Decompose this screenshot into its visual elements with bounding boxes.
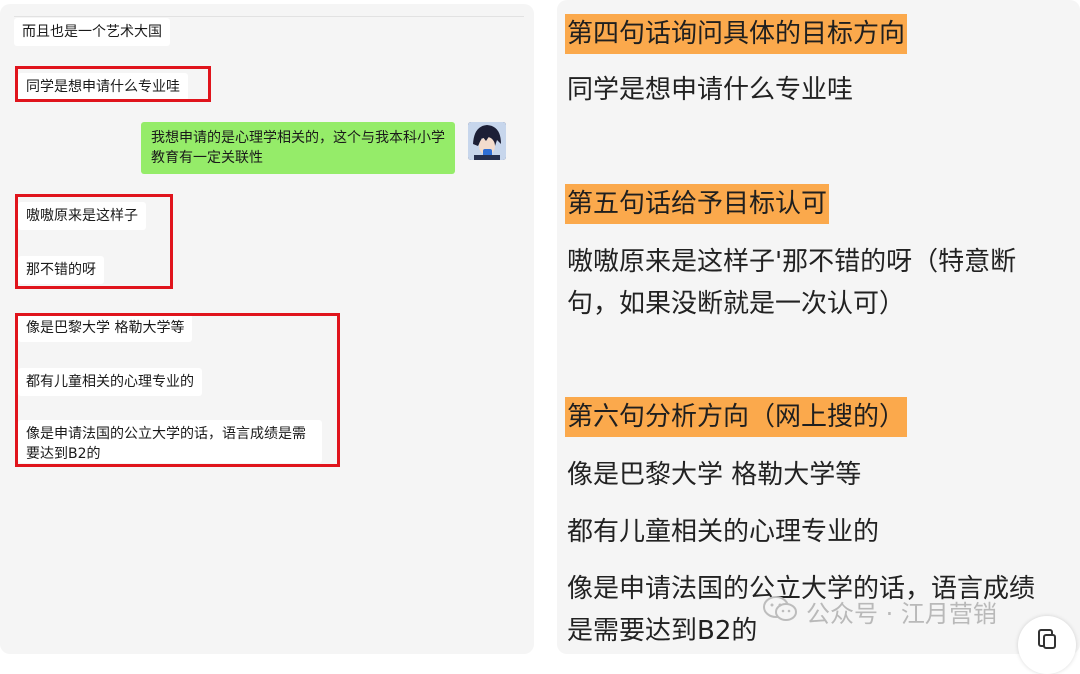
copy-button[interactable] [1018, 616, 1076, 674]
note-text: 都有儿童相关的心理专业的 [567, 517, 880, 547]
note-text: 像是巴黎大学 格勒大学等 [567, 460, 862, 490]
user-avatar [468, 122, 506, 160]
chat-screenshot-panel: 而且也是一个艺术大国 同学是想申请什么专业哇 我想申请的是心理学相关的，这个与我… [0, 4, 534, 654]
note-text: 同学是想申请什么专业哇 [567, 75, 854, 105]
chat-message: 而且也是一个艺术大国 [14, 18, 170, 46]
section-heading: 第五句话给予目标认可 [565, 184, 830, 224]
copy-icon [1036, 628, 1058, 654]
note-text: 是需要达到B2的 [567, 616, 758, 646]
section-heading: 第四句话询问具体的目标方向 [565, 14, 908, 54]
note-text: 嗷嗷原来是这样子'那不错的呀（特意断 [567, 247, 1017, 277]
divider [14, 16, 524, 17]
highlight-box [15, 66, 211, 102]
watermark: 公众号 · 江月营销 [762, 594, 997, 629]
notes-panel: 第四句话询问具体的目标方向 同学是想申请什么专业哇 第五句话给予目标认可 嗷嗷原… [557, 0, 1080, 654]
highlight-box [15, 313, 340, 467]
wechat-icon [762, 595, 798, 629]
highlight-box [15, 194, 173, 289]
note-text: 句，如果没断就是一次认可） [567, 289, 906, 319]
section-heading: 第六句分析方向（网上搜的） [565, 397, 908, 437]
user-chat-message: 我想申请的是心理学相关的，这个与我本科小学教育有一定关联性 [141, 122, 455, 174]
watermark-text: 公众号 · 江月营销 [806, 600, 997, 628]
